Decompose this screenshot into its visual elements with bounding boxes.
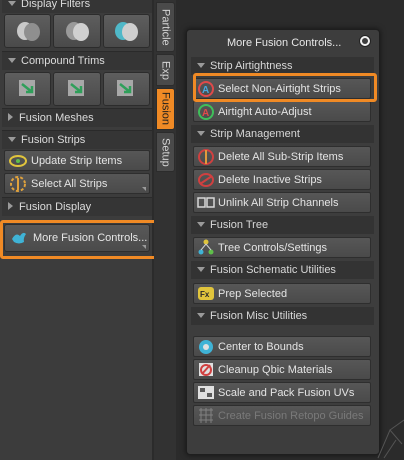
- delete-inactive-icon: [197, 171, 215, 188]
- cleanup-qbic-materials-button[interactable]: Cleanup Qbic Materials: [193, 359, 371, 380]
- trim-box-icon: [67, 80, 84, 96]
- fusion-bird-icon: [10, 230, 28, 246]
- filter-tool-3-button[interactable]: [102, 14, 150, 48]
- select-all-strips-button[interactable]: Select All Strips: [4, 173, 150, 194]
- svg-text:Fx: Fx: [200, 290, 210, 299]
- tree-controls-settings-button[interactable]: Tree Controls/Settings: [193, 237, 371, 258]
- uv-pack-icon: [197, 384, 215, 401]
- center-to-bounds-button[interactable]: Center to Bounds: [193, 336, 371, 357]
- cleanup-materials-icon: [197, 361, 215, 378]
- retopo-grid-icon: [197, 407, 215, 424]
- tree-nodes-icon: [197, 239, 215, 256]
- delete-all-sub-strip-items-button[interactable]: Delete All Sub-Strip Items: [193, 146, 371, 167]
- expand-triangle-icon: [197, 267, 205, 272]
- cylinders-icon: [65, 22, 89, 41]
- compound-trims-tools: [4, 72, 150, 106]
- section-fusion-schematic-utilities[interactable]: Fusion Schematic Utilities: [191, 261, 374, 279]
- display-filters-tools: [4, 14, 150, 48]
- trim-tool-1-button[interactable]: [4, 72, 52, 106]
- tab-particle[interactable]: Particle: [156, 2, 175, 52]
- expand-triangle-icon: [197, 131, 205, 136]
- left-panel: Display Filters Compound Trims Fusion Me…: [0, 0, 162, 460]
- unlink-all-strip-channels-button[interactable]: Unlink All Strip Channels: [193, 192, 371, 213]
- viewport-wireframe: [377, 419, 404, 459]
- tab-setup[interactable]: Setup: [156, 132, 175, 172]
- cylinders-icon: [115, 22, 139, 41]
- strip-select-icon: [9, 175, 27, 192]
- section-fusion-display[interactable]: Fusion Display: [2, 197, 152, 216]
- section-fusion-misc-utilities[interactable]: Fusion Misc Utilities: [191, 307, 374, 325]
- airtight-select-icon: A: [197, 80, 215, 97]
- section-compound-trims[interactable]: Compound Trims: [2, 51, 152, 70]
- update-strip-items-button[interactable]: Update Strip Items: [4, 150, 150, 171]
- create-fusion-retopo-guides-button[interactable]: Create Fusion Retopo Guides: [193, 405, 371, 426]
- trim-box-icon: [18, 80, 35, 96]
- svg-text:A: A: [202, 85, 209, 96]
- collapsed-triangle-icon: [8, 113, 13, 121]
- filter-tool-2-button[interactable]: [53, 14, 101, 48]
- more-fusion-controls-popup: More Fusion Controls... Strip Airtightne…: [186, 29, 380, 455]
- airtight-auto-adjust-button[interactable]: A Airtight Auto-Adjust: [193, 101, 371, 122]
- popup-close-icon[interactable]: [359, 35, 371, 47]
- center-bounds-icon: [197, 338, 215, 355]
- tab-fusion[interactable]: Fusion: [156, 88, 175, 130]
- trim-tool-2-button[interactable]: [53, 72, 101, 106]
- trim-box-icon: [117, 80, 134, 96]
- section-display-filters[interactable]: Display Filters: [2, 0, 152, 13]
- delete-sub-strip-icon: [197, 148, 215, 165]
- section-fusion-meshes[interactable]: Fusion Meshes: [2, 108, 152, 127]
- trim-tool-3-button[interactable]: [102, 72, 150, 106]
- airtight-adjust-icon: A: [197, 103, 215, 120]
- scale-and-pack-fusion-uvs-button[interactable]: Scale and Pack Fusion UVs: [193, 382, 371, 403]
- section-strip-management[interactable]: Strip Management: [191, 125, 374, 143]
- section-fusion-strips[interactable]: Fusion Strips: [2, 130, 152, 149]
- svg-text:A: A: [202, 108, 209, 119]
- dropdown-arrow-icon: [142, 245, 146, 249]
- dropdown-arrow-icon: [142, 187, 146, 191]
- collapsed-triangle-icon: [8, 202, 13, 210]
- delete-inactive-strips-button[interactable]: Delete Inactive Strips: [193, 169, 371, 190]
- section-strip-airtightness[interactable]: Strip Airtightness: [191, 57, 374, 75]
- expand-triangle-icon: [197, 313, 205, 318]
- expand-triangle-icon: [8, 137, 16, 142]
- expand-triangle-icon: [197, 63, 205, 68]
- filter-tool-1-button[interactable]: [4, 14, 52, 48]
- expand-triangle-icon: [8, 58, 16, 63]
- popup-title: More Fusion Controls...: [227, 37, 342, 49]
- strip-update-icon: [9, 153, 27, 169]
- select-non-airtight-strips-button[interactable]: A Select Non-Airtight Strips: [193, 78, 371, 99]
- cylinders-icon: [16, 22, 40, 41]
- prep-icon: Fx: [197, 285, 215, 302]
- section-fusion-tree[interactable]: Fusion Tree: [191, 216, 374, 234]
- unlink-channels-icon: [197, 194, 215, 211]
- tab-exp[interactable]: Exp: [156, 54, 175, 86]
- expand-triangle-icon: [8, 1, 16, 6]
- more-fusion-controls-button[interactable]: More Fusion Controls...: [4, 224, 150, 252]
- prep-selected-button[interactable]: Fx Prep Selected: [193, 283, 371, 304]
- expand-triangle-icon: [197, 222, 205, 227]
